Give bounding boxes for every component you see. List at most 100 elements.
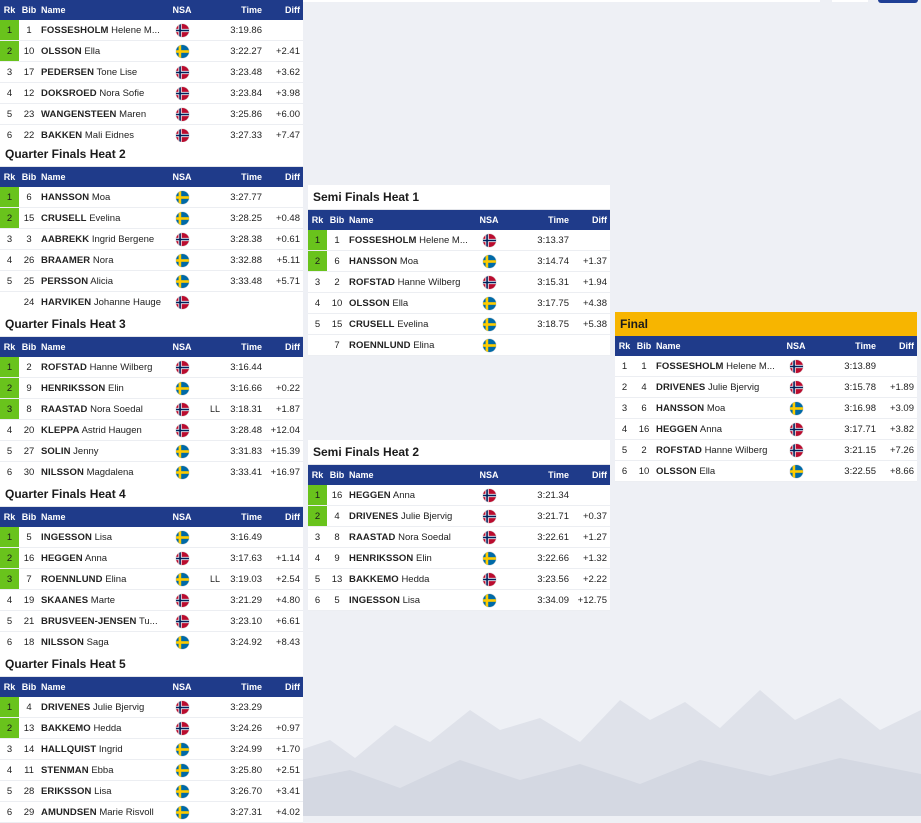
athlete-name[interactable]: RAASTAD Nora Soedal [39, 404, 162, 415]
table-row[interactable]: 3 8 RAASTAD Nora Soedal 3:22.61 +1.27 [308, 527, 610, 548]
athlete-name[interactable]: BAKKEMO Hedda [347, 574, 469, 585]
athlete-name[interactable]: HENRIKSSON Elin [347, 553, 469, 564]
athlete-name[interactable]: DRIVENES Julie Bjervig [654, 382, 776, 393]
table-row[interactable]: 1 5 INGESSON Lisa 3:16.49 [0, 527, 303, 548]
table-row[interactable]: 2 13 BAKKEMO Hedda 3:24.26 +0.97 [0, 718, 303, 739]
col-time-header[interactable]: Time [222, 172, 262, 182]
table-row[interactable]: 4 26 BRAAMER Nora 3:32.88 +5.11 [0, 250, 303, 271]
col-rank-header[interactable]: Rk [0, 677, 19, 697]
col-rank-header[interactable]: Rk [0, 507, 19, 527]
col-diff-header[interactable]: Diff [262, 172, 303, 182]
athlete-name[interactable]: ERIKSSON Lisa [39, 786, 162, 797]
athlete-name[interactable]: WANGENSTEEN Maren [39, 109, 162, 120]
athlete-name[interactable]: OLSSON Ella [347, 298, 469, 309]
col-rank-header[interactable]: Rk [308, 210, 327, 230]
col-time-header[interactable]: Time [222, 5, 262, 15]
col-diff-header[interactable]: Diff [876, 341, 917, 351]
table-row[interactable]: 1 2 ROFSTAD Hanne Wilberg 3:16.44 [0, 357, 303, 378]
table-row[interactable]: 5 15 CRUSELL Evelina 3:18.75 +5.38 [308, 314, 610, 335]
col-diff-header[interactable]: Diff [262, 682, 303, 692]
table-row[interactable]: 2 4 DRIVENES Julie Bjervig 3:21.71 +0.37 [308, 506, 610, 527]
athlete-name[interactable]: STENMAN Ebba [39, 765, 162, 776]
col-name-header[interactable]: Name [39, 5, 162, 15]
col-rank-header[interactable]: Rk [0, 0, 19, 20]
table-row[interactable]: 6 10 OLSSON Ella 3:22.55 +8.66 [615, 461, 917, 482]
athlete-name[interactable]: DOKSROED Nora Sofie [39, 88, 162, 99]
athlete-name[interactable]: HEGGEN Anna [347, 490, 469, 501]
col-bib-header[interactable]: Bib [19, 512, 39, 522]
athlete-name[interactable]: DRIVENES Julie Bjervig [347, 511, 469, 522]
athlete-name[interactable]: HARVIKEN Johanne Hauge [39, 297, 162, 308]
athlete-name[interactable]: OLSSON Ella [39, 46, 162, 57]
col-diff-header[interactable]: Diff [262, 512, 303, 522]
table-row[interactable]: 3 17 PEDERSEN Tone Lise 3:23.48 +3.62 [0, 62, 303, 83]
athlete-name[interactable]: AABREKK Ingrid Bergene [39, 234, 162, 245]
table-row[interactable]: 2 15 CRUSELL Evelina 3:28.25 +0.48 [0, 208, 303, 229]
col-name-header[interactable]: Name [347, 215, 469, 225]
col-diff-header[interactable]: Diff [569, 215, 610, 225]
athlete-name[interactable]: HANSSON Moa [39, 192, 162, 203]
table-row[interactable]: 5 13 BAKKEMO Hedda 3:23.56 +2.22 [308, 569, 610, 590]
table-row[interactable]: 1 16 HEGGEN Anna 3:21.34 [308, 485, 610, 506]
col-time-header[interactable]: Time [222, 342, 262, 352]
col-bib-header[interactable]: Bib [19, 5, 39, 15]
table-row[interactable]: 24 HARVIKEN Johanne Hauge [0, 292, 303, 313]
table-row[interactable]: 2 4 DRIVENES Julie Bjervig 3:15.78 +1.89 [615, 377, 917, 398]
athlete-name[interactable]: HEGGEN Anna [654, 424, 776, 435]
table-row[interactable]: 6 5 INGESSON Lisa 3:34.09 +12.75 [308, 590, 610, 611]
col-nsa-header[interactable]: NSA [162, 512, 202, 522]
col-time-header[interactable]: Time [836, 341, 876, 351]
table-row[interactable]: 2 16 HEGGEN Anna 3:17.63 +1.14 [0, 548, 303, 569]
athlete-name[interactable]: NILSSON Magdalena [39, 467, 162, 478]
col-name-header[interactable]: Name [39, 682, 162, 692]
table-row[interactable]: 4 10 OLSSON Ella 3:17.75 +4.38 [308, 293, 610, 314]
table-row[interactable]: 6 18 NILSSON Saga 3:24.92 +8.43 [0, 632, 303, 653]
athlete-name[interactable]: HENRIKSSON Elin [39, 383, 162, 394]
col-nsa-header[interactable]: NSA [162, 342, 202, 352]
athlete-name[interactable]: FOSSESHOLM Helene M... [654, 361, 776, 372]
col-name-header[interactable]: Name [39, 512, 162, 522]
athlete-name[interactable]: HALLQUIST Ingrid [39, 744, 162, 755]
athlete-name[interactable]: ROFSTAD Hanne Wilberg [654, 445, 776, 456]
table-row[interactable]: 5 23 WANGENSTEEN Maren 3:25.86 +6.00 [0, 104, 303, 125]
table-row[interactable]: 2 10 OLSSON Ella 3:22.27 +2.41 [0, 41, 303, 62]
col-rank-header[interactable]: Rk [615, 336, 634, 356]
table-row[interactable]: 3 7 ROENNLUND Elina LL 3:19.03 +2.54 [0, 569, 303, 590]
table-row[interactable]: 7 ROENNLUND Elina [308, 335, 610, 356]
col-nsa-header[interactable]: NSA [162, 682, 202, 692]
athlete-name[interactable]: RAASTAD Nora Soedal [347, 532, 469, 543]
col-name-header[interactable]: Name [654, 341, 776, 351]
col-bib-header[interactable]: Bib [19, 682, 39, 692]
table-row[interactable]: 3 3 AABREKK Ingrid Bergene 3:28.38 +0.61 [0, 229, 303, 250]
col-time-header[interactable]: Time [529, 215, 569, 225]
col-time-header[interactable]: Time [529, 470, 569, 480]
athlete-name[interactable]: CRUSELL Evelina [347, 319, 469, 330]
col-name-header[interactable]: Name [347, 470, 469, 480]
table-row[interactable]: 1 1 FOSSESHOLM Helene M... 3:13.89 [615, 356, 917, 377]
table-row[interactable]: 3 2 ROFSTAD Hanne Wilberg 3:15.31 +1.94 [308, 272, 610, 293]
table-row[interactable]: 5 28 ERIKSSON Lisa 3:26.70 +3.41 [0, 781, 303, 802]
col-rank-header[interactable]: Rk [0, 167, 19, 187]
table-row[interactable]: 5 21 BRUSVEEN-JENSEN Tu... 3:23.10 +6.61 [0, 611, 303, 632]
table-row[interactable]: 1 1 FOSSESHOLM Helene M... 3:19.86 [0, 20, 303, 41]
table-row[interactable]: 4 9 HENRIKSSON Elin 3:22.66 +1.32 [308, 548, 610, 569]
athlete-name[interactable]: FOSSESHOLM Helene M... [347, 235, 469, 246]
table-row[interactable]: 1 6 HANSSON Moa 3:27.77 [0, 187, 303, 208]
col-bib-header[interactable]: Bib [634, 341, 654, 351]
col-nsa-header[interactable]: NSA [469, 470, 509, 480]
col-bib-header[interactable]: Bib [19, 342, 39, 352]
table-row[interactable]: 3 6 HANSSON Moa 3:16.98 +3.09 [615, 398, 917, 419]
athlete-name[interactable]: BRUSVEEN-JENSEN Tu... [39, 616, 162, 627]
athlete-name[interactable]: NILSSON Saga [39, 637, 162, 648]
table-row[interactable]: 5 2 ROFSTAD Hanne Wilberg 3:21.15 +7.26 [615, 440, 917, 461]
col-diff-header[interactable]: Diff [262, 342, 303, 352]
table-row[interactable]: 3 14 HALLQUIST Ingrid 3:24.99 +1.70 [0, 739, 303, 760]
athlete-name[interactable]: ROENNLUND Elina [347, 340, 469, 351]
athlete-name[interactable]: BAKKEN Mali Eidnes [39, 130, 162, 141]
col-diff-header[interactable]: Diff [262, 5, 303, 15]
col-nsa-header[interactable]: NSA [162, 5, 202, 15]
table-row[interactable]: 4 11 STENMAN Ebba 3:25.80 +2.51 [0, 760, 303, 781]
athlete-name[interactable]: OLSSON Ella [654, 466, 776, 477]
col-time-header[interactable]: Time [222, 512, 262, 522]
athlete-name[interactable]: ROENNLUND Elina [39, 574, 162, 585]
